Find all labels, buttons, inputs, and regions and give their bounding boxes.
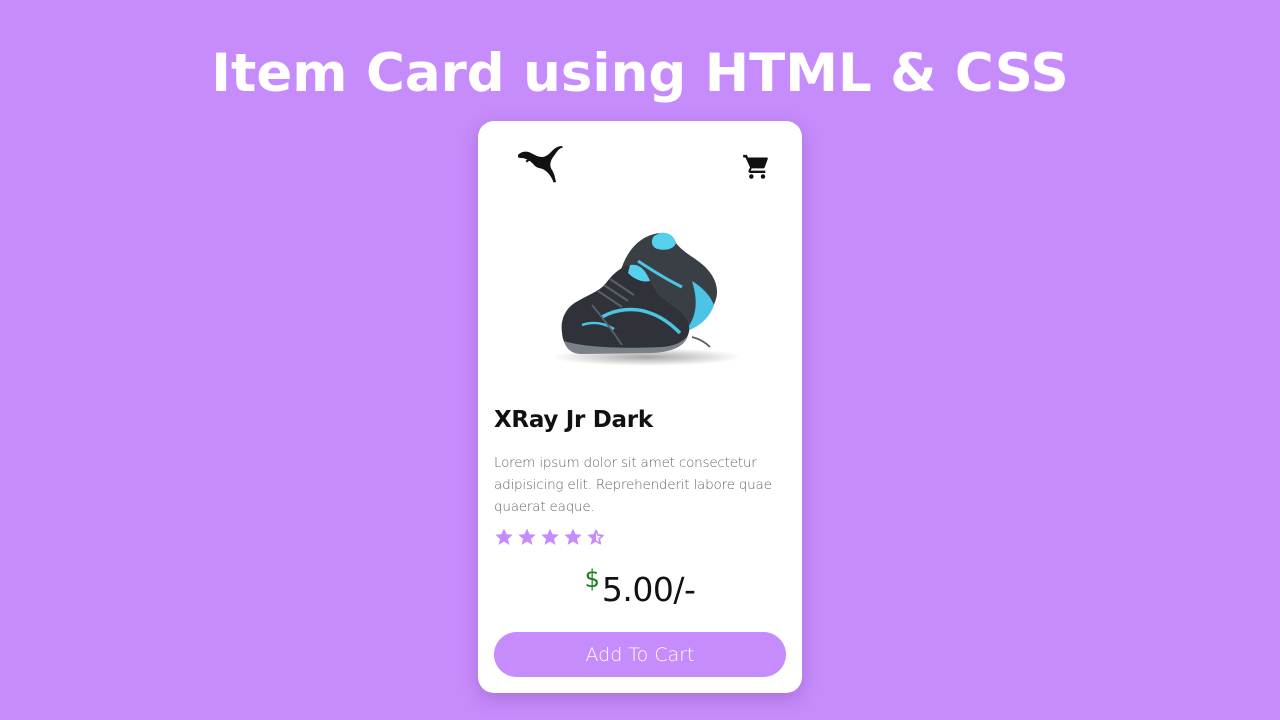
product-title: XRay Jr Dark: [494, 407, 653, 433]
product-description: Lorem ipsum dolor sit amet consectetur a…: [494, 455, 772, 515]
star-rating: [494, 527, 606, 547]
product-price: $5.00/-: [478, 565, 802, 609]
product-image: [552, 232, 742, 366]
page-title: Item Card using HTML & CSS: [211, 43, 1069, 104]
star-icon: [518, 528, 536, 545]
currency-symbol: $: [584, 565, 600, 593]
cart-icon[interactable]: [742, 152, 770, 180]
price-amount: 5.00/-: [601, 570, 696, 609]
star-icon: [495, 528, 513, 545]
star-half-icon: [587, 528, 604, 545]
star-icon: [541, 528, 559, 545]
star-icon: [564, 528, 582, 545]
add-to-cart-button[interactable]: Add To Cart: [494, 632, 786, 677]
puma-logo-icon: [518, 146, 563, 183]
item-card: XRay Jr Dark Lorem ipsum dolor sit amet …: [478, 121, 802, 693]
